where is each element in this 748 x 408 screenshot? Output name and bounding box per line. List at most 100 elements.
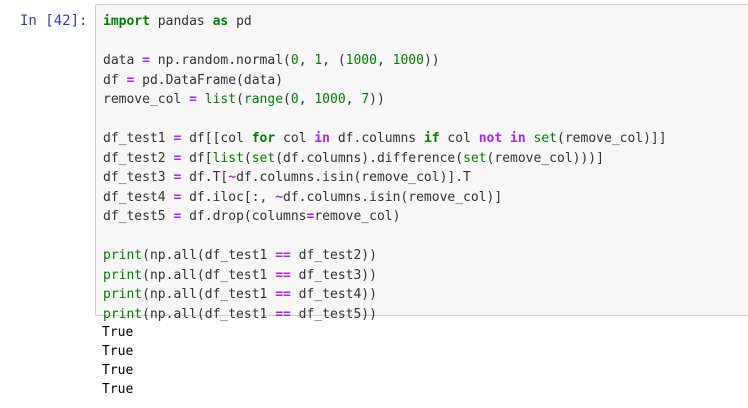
code-token: df_test5)): [290, 306, 377, 322]
code-token: df_test3)): [290, 267, 377, 283]
code-token: col: [439, 131, 479, 146]
code-token: 1: [314, 53, 323, 68]
code-token: list: [204, 92, 237, 107]
code-token: ==: [275, 267, 291, 283]
code-token: (remove_col)))]: [486, 150, 604, 166]
code-token: print: [103, 287, 143, 302]
code-token: ==: [275, 306, 291, 322]
code-token: )): [369, 92, 385, 107]
code-line: df_test5 = df.drop(columns=remove_col): [103, 207, 667, 227]
code-token: set: [533, 131, 558, 146]
code-token: ~: [275, 189, 284, 205]
code-token: (remove_col)]]: [557, 131, 667, 146]
code-token: pandas: [149, 14, 213, 29]
code-line: df_test1 = df[[col for col in df.columns…: [103, 129, 667, 149]
code-token: df.columns.isin(remove_col)]: [283, 189, 503, 205]
code-token: df_test4)): [290, 287, 377, 302]
code-token: (: [243, 150, 252, 166]
code-token: pd: [228, 14, 252, 29]
code-line: df_test4 = df.iloc[:, ~df.columns.isin(r…: [103, 188, 667, 208]
code-token: import: [103, 14, 150, 29]
code-token: (np.all(df_test1: [142, 287, 276, 302]
code-line: print(np.all(df_test1 == df_test3)): [103, 266, 667, 286]
code-token: print: [103, 306, 143, 322]
code-token: df_test2)): [290, 248, 377, 263]
code-token: df[[col: [181, 131, 252, 146]
cell-output: True True True True: [102, 323, 133, 399]
input-prompt: In [42]:: [20, 13, 88, 29]
code-token: remove_col): [314, 209, 401, 224]
code-token: ,: [345, 92, 362, 107]
code-token: (: [236, 92, 244, 107]
code-token: df_test1: [103, 131, 174, 146]
notebook-cell: In [42]: import pandas as pd data = np.r…: [0, 0, 748, 408]
code-token: df: [103, 72, 127, 88]
code-token: list: [212, 150, 244, 166]
code-token: remove_col: [103, 92, 190, 107]
code-line: import pandas as pd: [103, 12, 667, 32]
code-token: (np.all(df_test1: [142, 248, 276, 263]
code-token: df.drop(columns: [181, 209, 307, 224]
code-token: ~: [228, 170, 237, 185]
code-token: =: [189, 92, 197, 107]
code-token: , (: [322, 53, 346, 68]
code-token: 0: [290, 53, 299, 68]
code-token: df.columns.isin(remove_col)].T: [236, 170, 471, 185]
code-token: ==: [275, 287, 291, 302]
code-token: col: [275, 131, 315, 146]
code-token: df_test3: [103, 170, 174, 185]
code-token: print: [103, 267, 143, 283]
code-token: (np.all(df_test1: [142, 267, 276, 283]
code-line: data = np.random.normal(0, 1, (1000, 100…: [103, 51, 667, 71]
code-token: data: [103, 53, 143, 68]
code-input-area[interactable]: import pandas as pd data = np.random.nor…: [95, 4, 748, 322]
output-line: True: [102, 325, 134, 340]
code-token: ==: [275, 248, 291, 263]
code-token: (df.columns).difference(: [275, 150, 464, 166]
code-token: df.iloc[:,: [181, 189, 276, 205]
code-token: 0: [290, 92, 299, 107]
code-token: set: [463, 150, 487, 166]
code-line: remove_col = list(range(0, 1000, 7)): [103, 90, 667, 110]
code-token: set: [251, 150, 276, 166]
code-token: ,: [376, 53, 393, 68]
code-token: np.random.normal(: [149, 53, 291, 68]
code-token: 1000: [314, 92, 346, 107]
code-token: df_test5: [103, 209, 174, 224]
code-token: df_test4: [103, 189, 174, 205]
code-token: in: [314, 131, 331, 146]
code-line: df_test3 = df.T[~df.columns.isin(remove_…: [103, 168, 667, 188]
code-token: df.columns: [330, 131, 424, 146]
code-editor[interactable]: import pandas as pd data = np.random.nor…: [103, 12, 667, 324]
code-token: as: [212, 14, 229, 29]
code-token: range: [243, 92, 284, 107]
code-token: not: [478, 131, 503, 146]
code-line: df = pd.DataFrame(data): [103, 71, 667, 91]
code-token: df_test2: [103, 150, 174, 166]
code-line: print(np.all(df_test1 == df_test5)): [103, 305, 667, 325]
code-token: 1000: [392, 53, 424, 68]
code-token: for: [251, 131, 276, 146]
code-token: 7: [361, 92, 370, 107]
code-token: df[: [181, 150, 213, 166]
code-token: (: [283, 92, 291, 107]
output-line: True: [102, 344, 134, 359]
code-token: ,: [298, 53, 315, 68]
code-token: print: [103, 248, 143, 263]
output-line: True: [102, 382, 134, 397]
code-token: df.T[: [181, 170, 229, 185]
code-token: pd.DataFrame(data): [134, 72, 284, 88]
output-line: True: [102, 363, 134, 378]
code-line: print(np.all(df_test1 == df_test2)): [103, 246, 667, 266]
code-token: =: [142, 53, 150, 68]
code-token: )): [423, 53, 440, 68]
code-line: print(np.all(df_test1 == df_test4)): [103, 285, 667, 305]
code-line: df_test2 = df[list(set(df.columns).diffe…: [103, 149, 667, 169]
code-token: in: [510, 131, 526, 146]
